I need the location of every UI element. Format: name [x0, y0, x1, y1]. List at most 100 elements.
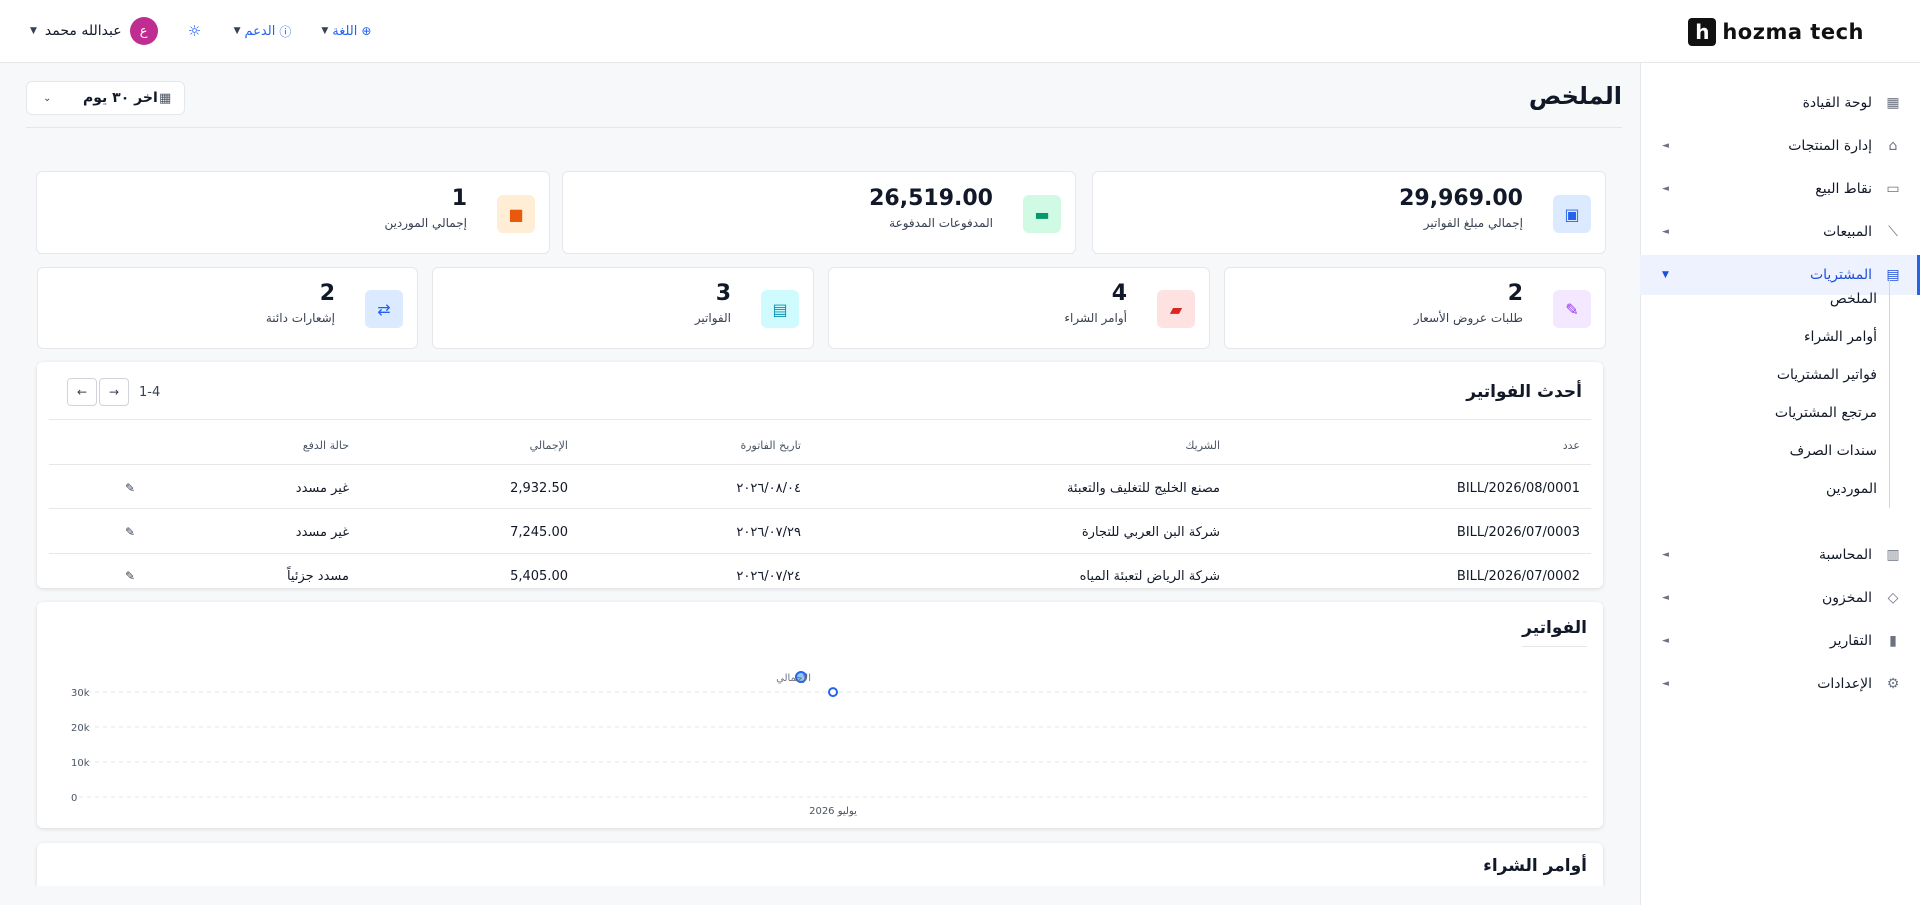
sidebar: ▦ لوحة القيادة ⌂ إدارة المنتجات ◄ ▭ نقاط… — [1640, 63, 1920, 905]
sidebar-item-inventory[interactable]: ◇ المخزون ◄ — [1640, 578, 1920, 618]
stat-card-purchase-orders: ▰ 4 أوامر الشراء — [828, 267, 1210, 349]
invoices-chart-card: الفواتير 0 10k 20k 30k يوليو 2026 الإجمالي — [37, 602, 1603, 828]
divider — [26, 127, 1622, 128]
avatar: ع — [129, 17, 158, 45]
pagination: ← → 1-4 — [67, 378, 160, 406]
stat-card-credit-notes: ⇄ 2 إشعارات دائنة — [37, 267, 418, 349]
sidebar-item-label: المحاسبة — [1818, 547, 1872, 563]
gear-icon: ⚙ — [1886, 676, 1900, 692]
sidebar-item-sales[interactable]: ⟋ المبيعات ◄ — [1640, 212, 1920, 252]
column-header-total[interactable]: الإجمالي — [530, 439, 568, 452]
stat-value: 2 — [319, 281, 335, 306]
submenu-item-purchase-invoices[interactable]: فواتير المشتريات — [1640, 356, 1889, 394]
purchases-submenu: الملخص أوامر الشراء فواتير المشتريات مرت… — [1640, 280, 1890, 508]
credit-card-icon: ▬ — [1023, 195, 1061, 233]
stat-label: إشعارات دائنة — [265, 311, 335, 325]
calendar-icon: ▦ — [159, 90, 172, 106]
section-title: أوامر الشراء — [1483, 856, 1587, 876]
stat-value: 26,519.00 — [869, 186, 993, 211]
sidebar-item-pos[interactable]: ▭ نقاط البيع ◄ — [1640, 169, 1920, 209]
invoice-status: مسدد جزئياً — [286, 569, 349, 584]
column-header-date[interactable]: تاريخ الفاتورة — [740, 439, 801, 452]
column-header-partner[interactable]: الشريك — [1185, 439, 1220, 452]
data-point — [828, 687, 838, 698]
submenu-item-payment-vouchers[interactable]: سندات الصرف — [1640, 432, 1889, 470]
chevron-icon: ◄ — [1662, 184, 1669, 194]
money-icon: ▣ — [1553, 195, 1591, 233]
chevron-icon: ◄ — [1662, 636, 1669, 646]
support-menu[interactable]: ▼ الدعم ⓘ — [234, 23, 292, 40]
submenu-item-suppliers[interactable]: الموردين — [1640, 470, 1889, 508]
pencil-icon[interactable]: ✎ — [125, 481, 135, 495]
sidebar-item-reports[interactable]: ▮ التقارير ◄ — [1640, 621, 1920, 661]
sidebar-item-label: نقاط البيع — [1815, 181, 1872, 197]
box-icon: ◇ — [1887, 590, 1899, 606]
invoice-status: غير مسدد — [295, 525, 349, 540]
invoice-partner: شركة الرياض لتعبئة المياه — [1079, 569, 1220, 584]
sidebar-item-label: المبيعات — [1823, 224, 1872, 240]
chevron-icon: ◄ — [1662, 550, 1669, 560]
invoice-number[interactable]: BILL/2026/08/0001 — [1457, 481, 1580, 496]
stat-label: إجمالي مبلغ الفواتير — [1423, 216, 1523, 230]
language-menu[interactable]: ▼ اللغة ⊕ — [321, 24, 371, 39]
invoice-partner: مصنع الخليج للتغليف والتعبئة — [1066, 481, 1220, 496]
user-menu[interactable]: ▼ عبدالله محمد ع — [30, 17, 158, 45]
stat-value: 2 — [1507, 281, 1523, 306]
tag-icon: ⌂ — [1888, 138, 1898, 154]
date-range-select[interactable]: ⌄ اخر ٣٠ يوم ▦ — [26, 81, 185, 115]
column-header-number[interactable]: عدد — [1563, 439, 1580, 452]
chevron-down-icon: ▼ — [321, 26, 329, 36]
chevron-icon: ◄ — [1662, 593, 1669, 603]
column-header-payment-status[interactable]: حالة الدفع — [303, 439, 349, 452]
stat-card-invoices: ▤ 3 الفواتير — [432, 267, 814, 349]
sidebar-item-settings[interactable]: ⚙ الإعدادات ◄ — [1640, 664, 1920, 704]
accounting-icon: ▥ — [1886, 547, 1900, 563]
language-label: اللغة — [332, 23, 358, 39]
chevron-icon: ◄ — [1662, 141, 1669, 151]
sidebar-item-label: الإعدادات — [1817, 676, 1872, 692]
edit-icon: ✎ — [1553, 290, 1591, 328]
legend-label: الإجمالي — [776, 673, 811, 684]
arrow-right-icon[interactable]: → — [99, 378, 129, 406]
chevron-icon: ◄ — [1662, 679, 1669, 689]
divider — [49, 553, 1591, 554]
y-tick-label: 10k — [71, 758, 90, 769]
truck-icon: ■ — [497, 195, 535, 233]
stat-card-suppliers: ■ 1 إجمالي الموردين — [36, 171, 550, 254]
arrow-left-icon[interactable]: ← — [67, 378, 97, 406]
cart-icon: ▰ — [1157, 290, 1195, 328]
stat-value: 1 — [451, 186, 467, 211]
invoice-total: 5,405.00 — [510, 569, 568, 584]
top-bar: h hozma tech ▼ عبدالله محمد ع ☼ ▼ الدعم … — [0, 0, 1920, 63]
submenu-item-summary[interactable]: الملخص — [1640, 280, 1889, 318]
invoice-number[interactable]: BILL/2026/07/0002 — [1457, 569, 1580, 584]
brand-logo[interactable]: h hozma tech — [1688, 18, 1864, 46]
submenu-item-purchase-orders[interactable]: أوامر الشراء — [1640, 318, 1889, 356]
date-range-label: اخر ٣٠ يوم — [83, 90, 158, 106]
globe-icon: ⊕ — [361, 24, 372, 38]
sidebar-item-label: لوحة القيادة — [1802, 95, 1872, 111]
stat-label: إجمالي الموردين — [384, 216, 467, 230]
sidebar-item-accounting[interactable]: ▥ المحاسبة ◄ — [1640, 535, 1920, 575]
invoice-number[interactable]: BILL/2026/07/0003 — [1457, 525, 1580, 540]
stat-label: أوامر الشراء — [1064, 311, 1127, 325]
invoice-total: 2,932.50 — [510, 481, 568, 496]
logo-mark: h — [1688, 18, 1717, 46]
stat-card-payments: ▬ 26,519.00 المدفوعات المدفوعة — [562, 171, 1076, 254]
pencil-icon[interactable]: ✎ — [125, 569, 135, 583]
x-tick-label: يوليو 2026 — [809, 806, 857, 817]
sun-icon[interactable]: ☼ — [188, 23, 204, 39]
stat-label: المدفوعات المدفوعة — [889, 216, 993, 230]
chevron-icon: ▼ — [1662, 270, 1669, 280]
pencil-icon[interactable]: ✎ — [125, 525, 135, 539]
invoices-chart: 0 10k 20k 30k يوليو 2026 الإجمالي — [71, 671, 1587, 817]
document-icon: ▤ — [761, 290, 799, 328]
invoice-date: ٢٠٢٦/٠٧/٢٩ — [736, 525, 801, 540]
sidebar-item-products[interactable]: ⌂ إدارة المنتجات ◄ — [1640, 126, 1920, 166]
top-actions: ▼ عبدالله محمد ع ☼ ▼ الدعم ⓘ ▼ اللغة ⊕ — [30, 16, 371, 46]
invoice-date: ٢٠٢٦/٠٨/٠٤ — [736, 481, 801, 496]
divider — [49, 508, 1591, 509]
help-circle-icon: ⓘ — [279, 24, 292, 39]
sidebar-item-dashboard[interactable]: ▦ لوحة القيادة — [1640, 83, 1920, 123]
submenu-item-purchase-returns[interactable]: مرتجع المشتريات — [1640, 394, 1889, 432]
